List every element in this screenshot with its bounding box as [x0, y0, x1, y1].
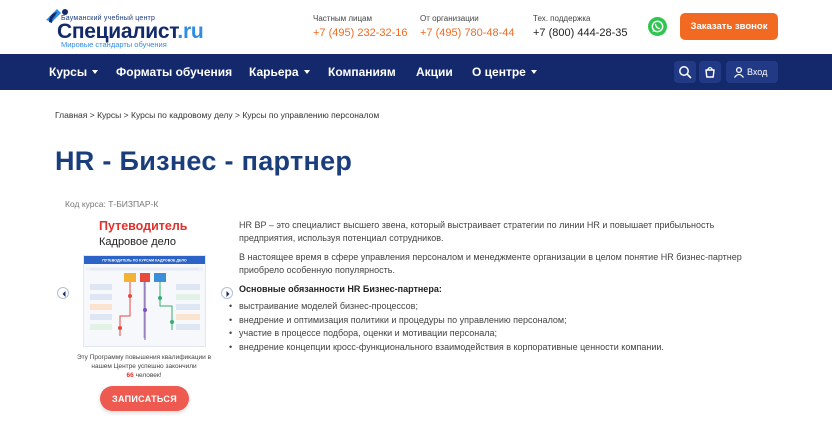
breadcrumb-home[interactable]: Главная [55, 110, 87, 120]
graduates-stat: Эту Программу повышения квалификации в н… [66, 353, 222, 380]
nav-item-promotions[interactable]: Акции [416, 65, 453, 79]
guide-title: Путеводитель [99, 219, 188, 233]
page-title: HR - Бизнес - партнер [55, 146, 353, 176]
site-logo[interactable]: Бауманский учебный центр Специалист.ru М… [43, 6, 204, 49]
contact-phone-link[interactable]: +7 (800) 444-28-35 [533, 27, 627, 39]
chevron-down-icon [92, 69, 99, 74]
logo-tagline: Мировые стандарты обучения [61, 40, 167, 49]
description-paragraph-2: В настоящее время в сфере управления пер… [239, 252, 742, 275]
contact-support: Тех. поддержка +7 (800) 444-28-35 [533, 14, 627, 39]
callback-button[interactable]: Заказать звонок [680, 13, 778, 40]
course-code: Код курса: Т-БИЗПАР-К [65, 199, 159, 209]
breadcrumb-courses[interactable]: Курсы [97, 110, 121, 120]
contact-organization: От организации +7 (495) 780-48-44 [420, 14, 514, 39]
enroll-button[interactable]: ЗАПИСАТЬСЯ [100, 386, 189, 411]
chevron-left-icon [62, 291, 66, 297]
nav-item-career[interactable]: Карьера [249, 65, 310, 79]
cart-button[interactable] [699, 61, 721, 83]
contact-label: Частным лицам [313, 14, 373, 23]
breadcrumb-separator: > [123, 110, 129, 120]
whatsapp-button[interactable] [648, 17, 667, 36]
stat-prefix: Эту Программу повышения квалификации в н… [76, 354, 212, 370]
stat-count: 66 [126, 372, 134, 379]
nav-item-formats[interactable]: Форматы обучения [116, 65, 232, 79]
search-button[interactable] [674, 61, 696, 83]
nav-item-label: Компаниям [328, 65, 396, 79]
chevron-right-icon [226, 291, 230, 297]
nav-item-companies[interactable]: Компаниям [328, 65, 396, 79]
login-button[interactable]: Вход [726, 61, 778, 83]
chevron-down-icon [530, 69, 537, 74]
stat-suffix: человек! [135, 372, 162, 379]
guide-poster-graphic: ПУТЕВОДИТЕЛЬ ПО КУРСАМ КАДРОВОЕ ДЕЛО [84, 256, 205, 340]
chevron-down-icon [303, 69, 310, 74]
nav-item-label: О центре [472, 65, 526, 79]
breadcrumb-separator: > [234, 110, 240, 120]
breadcrumb-hr-courses[interactable]: Курсы по кадровому делу [131, 110, 233, 120]
list-item: выстраивание моделей бизнес-процессов; [229, 300, 664, 314]
nav-item-label: Форматы обучения [116, 65, 233, 79]
contact-private: Частным лицам +7 (495) 232-32-16 [313, 14, 407, 39]
whatsapp-icon [651, 20, 664, 33]
contact-label: Тех. поддержка [533, 14, 591, 23]
description-paragraph-1: HR BP – это специалист высшего звена, ко… [239, 220, 715, 243]
logo-domain: .ru [177, 20, 204, 43]
search-icon [679, 66, 692, 79]
duties-list: выстраивание моделей бизнес-процессов; в… [229, 300, 664, 354]
nav-item-label: Акции [416, 65, 453, 79]
breadcrumb-hr-management[interactable]: Курсы по управлению персоналом [242, 110, 379, 120]
nav-item-label: Курсы [49, 65, 88, 79]
nav-item-courses[interactable]: Курсы [49, 65, 99, 79]
carousel-next-button[interactable] [221, 287, 233, 299]
user-icon [733, 66, 745, 78]
nav-item-label: Карьера [249, 65, 299, 79]
guide-subtitle: Кадровое дело [99, 236, 177, 248]
list-item: внедрение концепции кросс-функциональног… [229, 341, 664, 355]
list-item: внедрение и оптимизация политики и проце… [229, 314, 664, 328]
login-label: Вход [747, 67, 768, 77]
carousel-prev-button[interactable] [57, 287, 69, 299]
site-header: Бауманский учебный центр Специалист.ru М… [0, 0, 832, 54]
poster-heading: ПУТЕВОДИТЕЛЬ ПО КУРСАМ КАДРОВОЕ ДЕЛО [102, 259, 187, 263]
breadcrumb: Главная > Курсы > Курсы по кадровому дел… [55, 110, 379, 120]
duties-title: Основные обязанности HR Бизнес-партнера: [239, 284, 442, 294]
contact-phone-link[interactable]: +7 (495) 780-48-44 [420, 27, 514, 39]
cart-icon [705, 66, 715, 78]
main-nav: Курсы Форматы обучения Карьера Компаниям… [0, 54, 832, 90]
breadcrumb-separator: > [89, 110, 95, 120]
contact-phone-link[interactable]: +7 (495) 232-32-16 [313, 27, 407, 39]
nav-item-about[interactable]: О центре [472, 65, 537, 79]
list-item: участие в процессе подбора, оценки и мот… [229, 327, 664, 341]
contact-label: От организации [420, 14, 479, 23]
guide-poster-image[interactable]: ПУТЕВОДИТЕЛЬ ПО КУРСАМ КАДРОВОЕ ДЕЛО [83, 255, 206, 347]
